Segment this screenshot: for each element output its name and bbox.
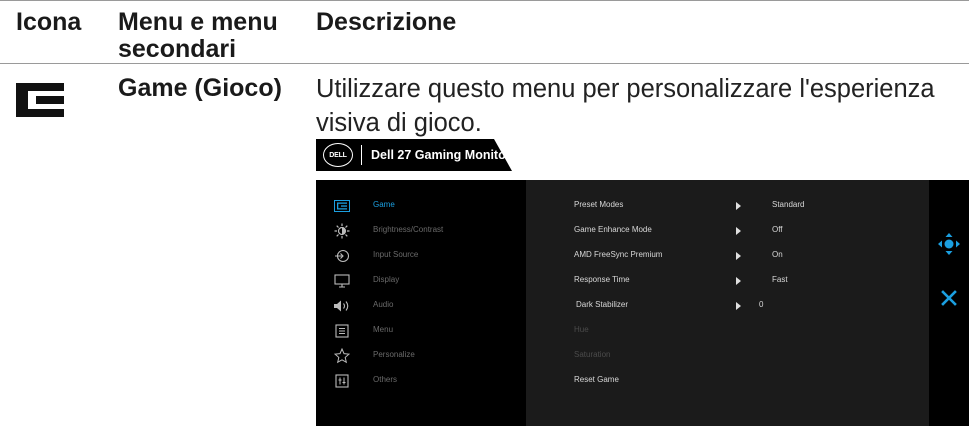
menu-description: Utilizzare questo menu per personalizzar… (316, 75, 935, 137)
setting-label: Reset Game (574, 375, 619, 384)
menu-icon (333, 322, 351, 340)
setting-label: Saturation (574, 350, 611, 359)
game-icon (16, 83, 64, 117)
close-icon[interactable] (936, 285, 962, 311)
speaker-icon (333, 297, 351, 315)
setting-label: Response Time (574, 275, 630, 284)
arrow-right-icon (736, 252, 741, 260)
nav-item-others[interactable]: Others (316, 369, 526, 394)
nav-label: Display (373, 275, 400, 284)
dell-logo: DELL (323, 143, 353, 167)
osd-menu: Game Brightness/Contrast Input Source Di… (316, 180, 969, 426)
arrow-right-icon (736, 302, 741, 310)
tab-divider (361, 145, 362, 165)
nav-label: Brightness/Contrast (373, 225, 444, 234)
nav-item-input-source[interactable]: Input Source (316, 244, 526, 269)
setting-value: Off (772, 225, 783, 234)
joystick-icon[interactable] (936, 231, 962, 257)
setting-label: Hue (574, 325, 589, 334)
header-description: Descrizione (316, 8, 457, 36)
nav-item-menu[interactable]: Menu (316, 319, 526, 344)
osd-nav-panel: Game Brightness/Contrast Input Source Di… (316, 180, 526, 426)
nav-item-display[interactable]: Display (316, 269, 526, 294)
nav-item-audio[interactable]: Audio (316, 294, 526, 319)
nav-label: Game (373, 200, 395, 209)
nav-label: Others (373, 375, 398, 384)
setting-label: Dark Stabilizer (576, 300, 629, 309)
header-icon: Icona (16, 8, 82, 36)
nav-label: Audio (373, 300, 394, 309)
top-rule (0, 0, 969, 1)
nav-item-game[interactable]: Game (316, 194, 526, 219)
game-icon (333, 197, 351, 215)
menu-title: Game (Gioco) (118, 74, 282, 102)
setting-label: AMD FreeSync Premium (574, 250, 663, 259)
setting-label: Preset Modes (574, 200, 624, 209)
setting-value: Fast (772, 275, 788, 284)
input-source-icon (333, 247, 351, 265)
setting-row-hue: Hue (526, 319, 929, 344)
setting-row-reset-game[interactable]: Reset Game (526, 369, 929, 394)
setting-row-preset-modes[interactable]: Preset Modes Standard (526, 194, 929, 219)
monitor-title: Dell 27 Gaming Monitor (371, 148, 511, 162)
star-icon (333, 347, 351, 365)
header-menu: Menu e menu secondari (118, 8, 278, 63)
brightness-icon (333, 222, 351, 240)
setting-value: Standard (772, 200, 805, 209)
arrow-right-icon (736, 277, 741, 285)
display-icon (333, 272, 351, 290)
nav-item-brightness[interactable]: Brightness/Contrast (316, 219, 526, 244)
setting-row-game-enhance-mode[interactable]: Game Enhance Mode Off (526, 219, 929, 244)
setting-row-dark-stabilizer[interactable]: Dark Stabilizer 0 (526, 294, 929, 319)
nav-label: Personalize (373, 350, 415, 359)
header-rule (0, 63, 969, 64)
setting-row-response-time[interactable]: Response Time Fast (526, 269, 929, 294)
arrow-right-icon (736, 227, 741, 235)
nav-label: Input Source (373, 250, 419, 259)
monitor-title-tab: DELL Dell 27 Gaming Monitor (316, 139, 512, 171)
setting-row-amd-freesync[interactable]: AMD FreeSync Premium On (526, 244, 929, 269)
others-icon (333, 372, 351, 390)
setting-label: Game Enhance Mode (574, 225, 652, 234)
setting-row-saturation: Saturation (526, 344, 929, 369)
nav-label: Menu (373, 325, 394, 334)
setting-value: 0 (759, 300, 764, 309)
nav-item-personalize[interactable]: Personalize (316, 344, 526, 369)
setting-value: On (772, 250, 783, 259)
arrow-right-icon (736, 202, 741, 210)
